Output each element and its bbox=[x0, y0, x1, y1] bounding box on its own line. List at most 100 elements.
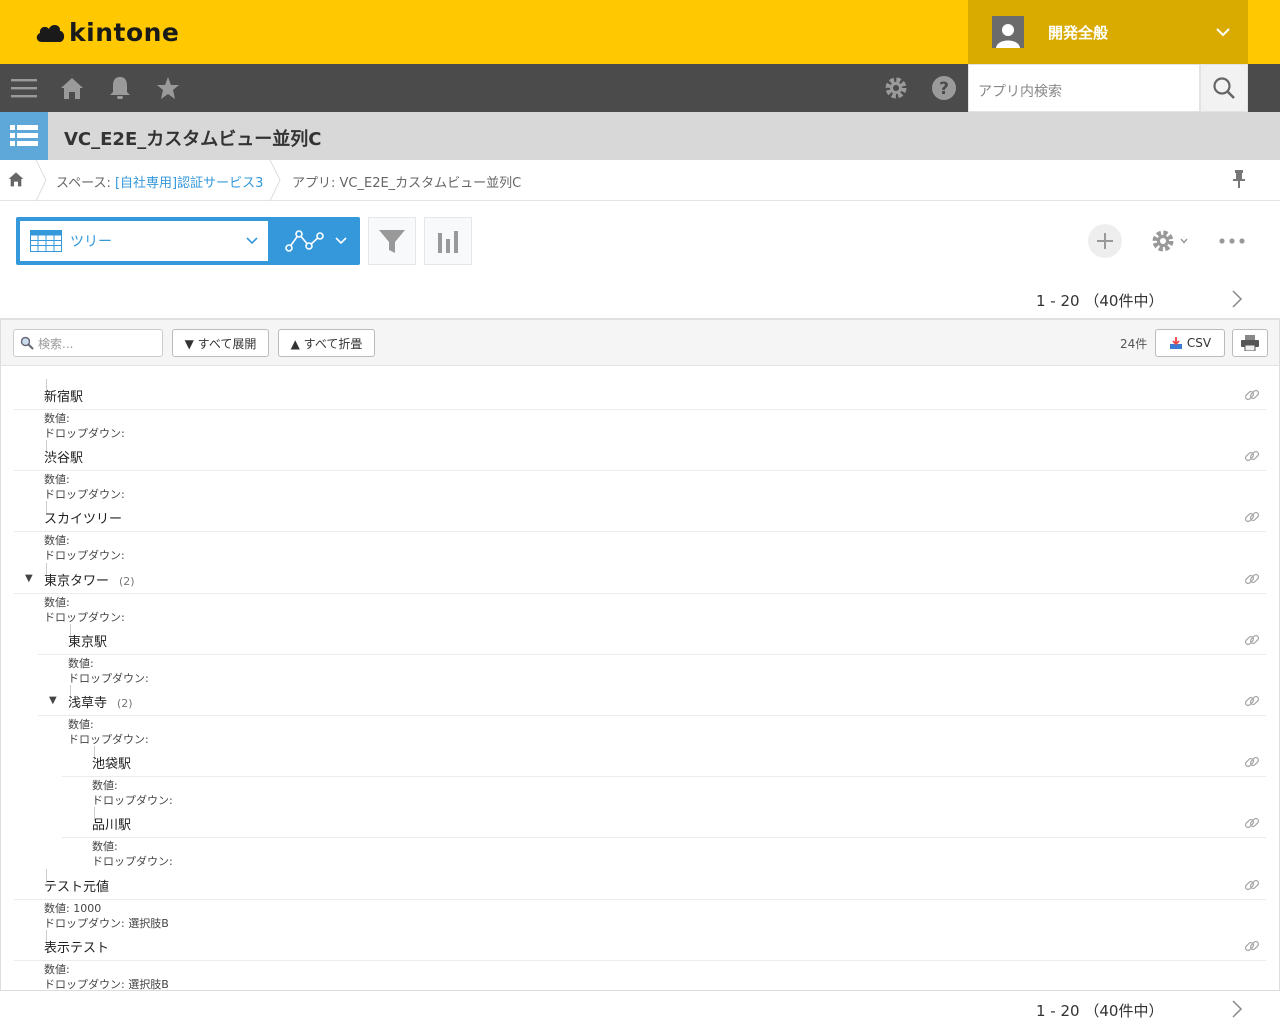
record-link-icon[interactable] bbox=[1244, 387, 1260, 403]
user-menu[interactable]: 開発全般 bbox=[968, 0, 1248, 64]
help-icon[interactable]: ? bbox=[920, 64, 968, 112]
app-search-input[interactable]: アプリ内検索 bbox=[968, 64, 1200, 112]
tree-node[interactable]: 新宿駅 数値: ドロップダウン: bbox=[1, 367, 1279, 440]
star-icon[interactable] bbox=[144, 64, 192, 112]
number-field-label: 数値: bbox=[44, 962, 70, 976]
tree-node[interactable]: 東京駅 数値: ドロップダウン: bbox=[1, 612, 1279, 685]
app-settings-button[interactable] bbox=[1144, 224, 1194, 258]
record-link-icon[interactable] bbox=[1244, 877, 1260, 893]
view-dropdown-label: ツリー bbox=[70, 234, 112, 250]
filter-button[interactable] bbox=[368, 217, 416, 265]
record-link-icon[interactable] bbox=[1244, 632, 1260, 648]
graph-line-icon bbox=[285, 230, 324, 252]
tree-node[interactable]: ▼ 浅草寺 (2) 数値: ドロップダウン: bbox=[1, 673, 1279, 746]
printer-icon bbox=[1241, 335, 1259, 351]
number-field: 数値: bbox=[44, 961, 70, 977]
tree-node-name[interactable]: 表示テスト bbox=[44, 937, 109, 956]
pin-icon[interactable] bbox=[1232, 170, 1246, 192]
tree-node-name[interactable]: 品川駅 bbox=[92, 814, 131, 833]
tree-node-name[interactable]: 池袋駅 bbox=[92, 753, 131, 772]
record-link-icon[interactable] bbox=[1244, 938, 1260, 954]
record-link-icon[interactable] bbox=[1244, 448, 1260, 464]
collapse-all-button[interactable]: ▲ すべて折畳 bbox=[278, 329, 375, 357]
search-button[interactable] bbox=[1200, 64, 1248, 112]
chevron-down-icon bbox=[1216, 27, 1230, 36]
chevron-down-icon bbox=[335, 237, 347, 245]
node-title: 新宿駅 bbox=[44, 390, 84, 405]
tree-node-name[interactable]: 東京タワー (2) bbox=[44, 570, 135, 589]
number-field-label: 数値: bbox=[44, 595, 70, 609]
tree-node-name[interactable]: 浅草寺 (2) bbox=[68, 692, 133, 711]
tree-node-name[interactable]: スカイツリー bbox=[44, 508, 122, 527]
tree-node-name[interactable]: 渋谷駅 bbox=[44, 447, 83, 466]
collapse-toggle-icon[interactable]: ▼ bbox=[25, 573, 33, 584]
record-link-icon[interactable] bbox=[1244, 571, 1260, 587]
record-link-icon[interactable] bbox=[1244, 815, 1260, 831]
pager-total: （40件中） bbox=[1084, 292, 1164, 310]
csv-export-button[interactable]: CSV bbox=[1155, 329, 1225, 357]
tree-node[interactable]: 品川駅 数値: ドロップダウン: bbox=[1, 795, 1279, 868]
number-field: 数値: bbox=[92, 777, 118, 793]
search-icon bbox=[1213, 77, 1235, 99]
view-selector: ツリー bbox=[16, 217, 360, 265]
tree-node[interactable]: テスト元値 数値: 1000 ドロップダウン: 選択肢B bbox=[1, 857, 1279, 930]
node-title: 表示テスト bbox=[44, 940, 110, 956]
tree-search-input[interactable]: 検索... bbox=[13, 329, 163, 357]
number-field-label: 数値: bbox=[68, 718, 94, 731]
tree-node-name[interactable]: テスト元値 bbox=[44, 876, 109, 895]
tree-node[interactable]: ▼ 東京タワー (2) 数値: ドロップダウン: bbox=[1, 551, 1279, 624]
number-field-label: 数値: bbox=[44, 412, 70, 425]
home-icon[interactable] bbox=[48, 64, 96, 112]
tree-node[interactable]: スカイツリー 数値: ドロップダウン: bbox=[1, 489, 1279, 562]
table-view-icon bbox=[30, 230, 62, 252]
breadcrumb: スペース: [自社専用]認証サービス3 アプリ: VC_E2E_カスタムビュー並… bbox=[0, 160, 1280, 201]
breadcrumb-separator bbox=[35, 160, 47, 201]
bell-icon[interactable] bbox=[96, 64, 144, 112]
csv-label: CSV bbox=[1186, 336, 1212, 350]
next-page-icon[interactable] bbox=[1228, 1000, 1246, 1018]
user-avatar-icon bbox=[992, 16, 1024, 48]
number-field: 数値: bbox=[44, 532, 70, 548]
record-link-icon[interactable] bbox=[1244, 509, 1260, 525]
expand-all-button[interactable]: ▼ すべて展開 bbox=[172, 329, 269, 357]
settings-gear-icon[interactable] bbox=[872, 64, 920, 112]
tree-node[interactable]: 表示テスト 数値: ドロップダウン: 選択肢B bbox=[1, 918, 1279, 990]
number-field-label: 数値: bbox=[44, 534, 70, 548]
row-divider bbox=[14, 959, 1266, 961]
kintone-logo[interactable]: kintone bbox=[34, 14, 179, 50]
number-field: 数値: 1000 bbox=[44, 900, 101, 916]
app-header: VC_E2E_カスタムビュー並列C bbox=[0, 112, 1280, 160]
graph-view-button[interactable] bbox=[272, 217, 360, 265]
tree-node-name[interactable]: 東京駅 bbox=[68, 631, 107, 650]
number-field-label: 数値: bbox=[92, 840, 118, 854]
record-link-icon[interactable] bbox=[1244, 693, 1260, 709]
pager-total: （40件中） bbox=[1084, 1002, 1164, 1020]
add-record-button[interactable] bbox=[1088, 224, 1122, 258]
tree-view-panel: 検索... ▼ すべて展開 ▲ すべて折畳 24件 CSV 新宿駅 数値: ドロッ… bbox=[0, 318, 1280, 991]
graph-button[interactable] bbox=[424, 217, 472, 265]
tree-node-name[interactable]: 新宿駅 bbox=[44, 386, 83, 405]
menu-icon[interactable] bbox=[0, 64, 48, 112]
pager-range: 1 - 20 bbox=[1036, 292, 1080, 310]
collapse-toggle-icon[interactable]: ▼ bbox=[49, 695, 57, 706]
number-field-label: 数値: bbox=[44, 473, 70, 487]
node-title: テスト元値 bbox=[44, 879, 110, 895]
node-title: 浅草寺 bbox=[68, 696, 108, 711]
next-page-icon[interactable] bbox=[1228, 290, 1246, 308]
breadcrumb-space-link[interactable]: [自社専用]認証サービス3 bbox=[115, 176, 263, 191]
child-count: (2) bbox=[119, 574, 135, 588]
more-options-button[interactable] bbox=[1212, 224, 1252, 258]
row-divider bbox=[14, 898, 1266, 900]
gear-icon bbox=[1152, 230, 1174, 252]
tree-node[interactable]: 池袋駅 数値: ドロップダウン: bbox=[1, 734, 1279, 807]
view-dropdown[interactable]: ツリー bbox=[20, 221, 268, 261]
record-link-icon[interactable] bbox=[1244, 754, 1260, 770]
pagination-top: 1 - 20 （40件中） bbox=[1036, 290, 1163, 311]
row-divider bbox=[62, 837, 1266, 839]
download-icon bbox=[1169, 337, 1182, 349]
breadcrumb-space-prefix: スペース: bbox=[56, 176, 115, 191]
pager-range: 1 - 20 bbox=[1036, 1002, 1080, 1020]
breadcrumb-home-icon[interactable] bbox=[8, 171, 24, 191]
print-button[interactable] bbox=[1232, 329, 1268, 357]
tree-node[interactable]: 渋谷駅 数値: ドロップダウン: bbox=[1, 428, 1279, 501]
